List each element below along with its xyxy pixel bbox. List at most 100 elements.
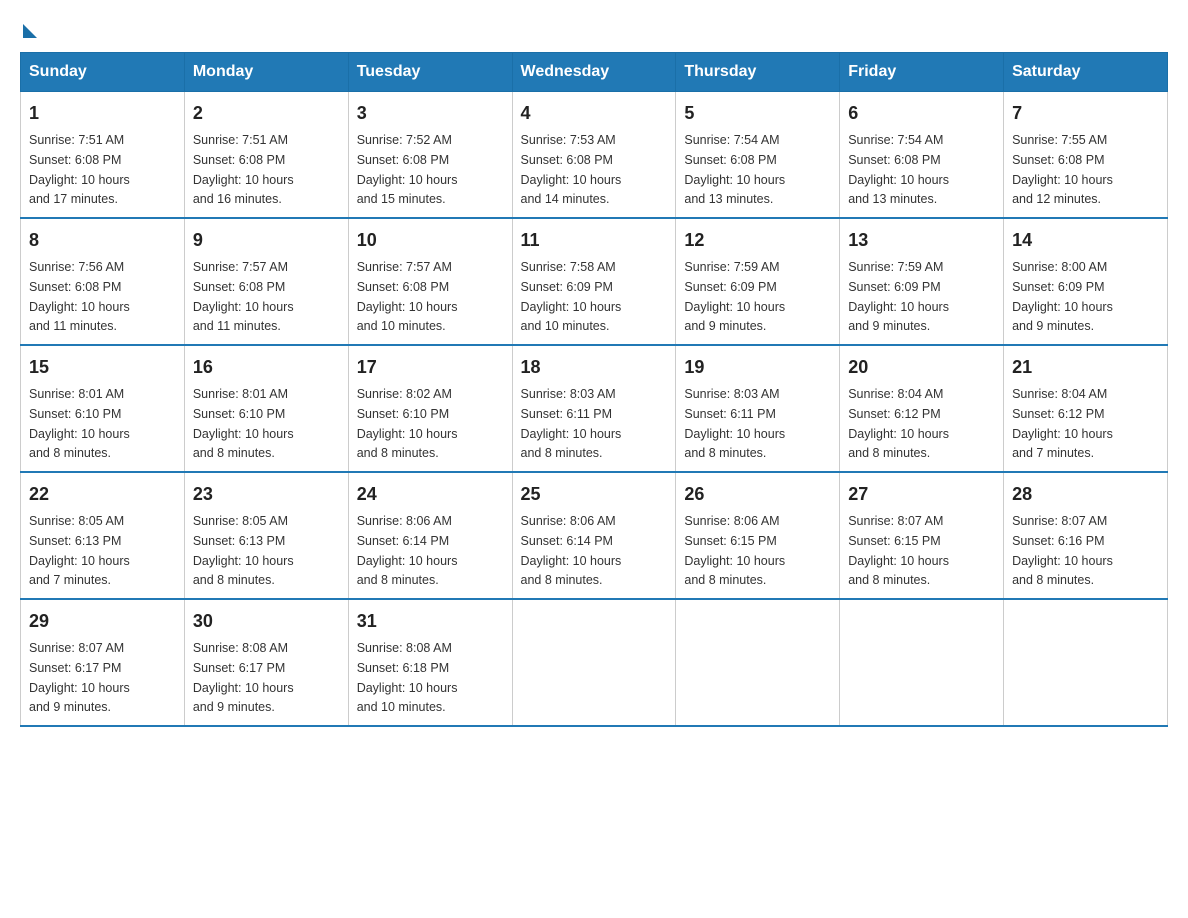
calendar-cell: 29 Sunrise: 8:07 AMSunset: 6:17 PMDayligh… bbox=[21, 599, 185, 726]
day-number: 12 bbox=[684, 227, 831, 254]
day-info: Sunrise: 8:08 AMSunset: 6:18 PMDaylight:… bbox=[357, 641, 458, 714]
day-info: Sunrise: 8:07 AMSunset: 6:17 PMDaylight:… bbox=[29, 641, 130, 714]
day-number: 28 bbox=[1012, 481, 1159, 508]
day-number: 2 bbox=[193, 100, 340, 127]
calendar-cell: 2 Sunrise: 7:51 AMSunset: 6:08 PMDaylight… bbox=[184, 92, 348, 219]
col-header-wednesday: Wednesday bbox=[512, 53, 676, 92]
day-info: Sunrise: 8:06 AMSunset: 6:14 PMDaylight:… bbox=[521, 514, 622, 587]
calendar-cell bbox=[840, 599, 1004, 726]
day-number: 10 bbox=[357, 227, 504, 254]
calendar-cell bbox=[1004, 599, 1168, 726]
day-number: 16 bbox=[193, 354, 340, 381]
calendar-cell: 28 Sunrise: 8:07 AMSunset: 6:16 PMDayligh… bbox=[1004, 472, 1168, 599]
day-number: 22 bbox=[29, 481, 176, 508]
calendar-cell: 7 Sunrise: 7:55 AMSunset: 6:08 PMDaylight… bbox=[1004, 92, 1168, 219]
day-number: 7 bbox=[1012, 100, 1159, 127]
calendar-cell: 25 Sunrise: 8:06 AMSunset: 6:14 PMDayligh… bbox=[512, 472, 676, 599]
calendar-cell: 21 Sunrise: 8:04 AMSunset: 6:12 PMDayligh… bbox=[1004, 345, 1168, 472]
day-info: Sunrise: 7:51 AMSunset: 6:08 PMDaylight:… bbox=[29, 133, 130, 206]
day-number: 23 bbox=[193, 481, 340, 508]
week-row-2: 8 Sunrise: 7:56 AMSunset: 6:08 PMDaylight… bbox=[21, 218, 1168, 345]
day-info: Sunrise: 8:03 AMSunset: 6:11 PMDaylight:… bbox=[521, 387, 622, 460]
day-number: 25 bbox=[521, 481, 668, 508]
calendar-cell: 12Sunrise: 7:59 AMSunset: 6:09 PMDayligh… bbox=[676, 218, 840, 345]
calendar-cell: 22 Sunrise: 8:05 AMSunset: 6:13 PMDayligh… bbox=[21, 472, 185, 599]
day-info: Sunrise: 8:05 AMSunset: 6:13 PMDaylight:… bbox=[29, 514, 130, 587]
calendar-cell: 5Sunrise: 7:54 AMSunset: 6:08 PMDaylight… bbox=[676, 92, 840, 219]
calendar-cell: 16 Sunrise: 8:01 AMSunset: 6:10 PMDayligh… bbox=[184, 345, 348, 472]
day-number: 4 bbox=[521, 100, 668, 127]
day-number: 6 bbox=[848, 100, 995, 127]
calendar-cell: 3 Sunrise: 7:52 AMSunset: 6:08 PMDaylight… bbox=[348, 92, 512, 219]
day-number: 31 bbox=[357, 608, 504, 635]
day-info: Sunrise: 8:06 AMSunset: 6:14 PMDaylight:… bbox=[357, 514, 458, 587]
day-number: 11 bbox=[521, 227, 668, 254]
calendar-cell: 23 Sunrise: 8:05 AMSunset: 6:13 PMDayligh… bbox=[184, 472, 348, 599]
day-info: Sunrise: 8:00 AMSunset: 6:09 PMDaylight:… bbox=[1012, 260, 1113, 333]
calendar-cell: 27Sunrise: 8:07 AMSunset: 6:15 PMDayligh… bbox=[840, 472, 1004, 599]
day-info: Sunrise: 7:59 AMSunset: 6:09 PMDaylight:… bbox=[848, 260, 949, 333]
day-info: Sunrise: 8:06 AMSunset: 6:15 PMDaylight:… bbox=[684, 514, 785, 587]
day-number: 29 bbox=[29, 608, 176, 635]
calendar-cell: 10Sunrise: 7:57 AMSunset: 6:08 PMDayligh… bbox=[348, 218, 512, 345]
day-number: 21 bbox=[1012, 354, 1159, 381]
day-info: Sunrise: 8:03 AMSunset: 6:11 PMDaylight:… bbox=[684, 387, 785, 460]
calendar-cell: 9 Sunrise: 7:57 AMSunset: 6:08 PMDaylight… bbox=[184, 218, 348, 345]
day-info: Sunrise: 8:05 AMSunset: 6:13 PMDaylight:… bbox=[193, 514, 294, 587]
day-info: Sunrise: 7:56 AMSunset: 6:08 PMDaylight:… bbox=[29, 260, 130, 333]
day-info: Sunrise: 7:51 AMSunset: 6:08 PMDaylight:… bbox=[193, 133, 294, 206]
calendar-cell: 20 Sunrise: 8:04 AMSunset: 6:12 PMDayligh… bbox=[840, 345, 1004, 472]
col-header-saturday: Saturday bbox=[1004, 53, 1168, 92]
logo bbox=[20, 20, 37, 34]
day-number: 18 bbox=[521, 354, 668, 381]
day-info: Sunrise: 7:54 AMSunset: 6:08 PMDaylight:… bbox=[684, 133, 785, 206]
day-info: Sunrise: 8:08 AMSunset: 6:17 PMDaylight:… bbox=[193, 641, 294, 714]
calendar-table: SundayMondayTuesdayWednesdayThursdayFrid… bbox=[20, 52, 1168, 727]
col-header-thursday: Thursday bbox=[676, 53, 840, 92]
calendar-cell: 15 Sunrise: 8:01 AMSunset: 6:10 PMDayligh… bbox=[21, 345, 185, 472]
day-number: 26 bbox=[684, 481, 831, 508]
day-number: 9 bbox=[193, 227, 340, 254]
col-header-monday: Monday bbox=[184, 53, 348, 92]
calendar-cell: 6 Sunrise: 7:54 AMSunset: 6:08 PMDaylight… bbox=[840, 92, 1004, 219]
day-number: 14 bbox=[1012, 227, 1159, 254]
day-number: 19 bbox=[684, 354, 831, 381]
day-number: 3 bbox=[357, 100, 504, 127]
calendar-cell: 8 Sunrise: 7:56 AMSunset: 6:08 PMDaylight… bbox=[21, 218, 185, 345]
col-header-tuesday: Tuesday bbox=[348, 53, 512, 92]
day-number: 17 bbox=[357, 354, 504, 381]
calendar-cell: 19 Sunrise: 8:03 AMSunset: 6:11 PMDayligh… bbox=[676, 345, 840, 472]
calendar-cell: 30 Sunrise: 8:08 AMSunset: 6:17 PMDayligh… bbox=[184, 599, 348, 726]
day-number: 27 bbox=[848, 481, 995, 508]
day-number: 8 bbox=[29, 227, 176, 254]
day-info: Sunrise: 8:04 AMSunset: 6:12 PMDaylight:… bbox=[1012, 387, 1113, 460]
day-info: Sunrise: 8:02 AMSunset: 6:10 PMDaylight:… bbox=[357, 387, 458, 460]
day-info: Sunrise: 8:01 AMSunset: 6:10 PMDaylight:… bbox=[29, 387, 130, 460]
day-number: 13 bbox=[848, 227, 995, 254]
day-info: Sunrise: 8:04 AMSunset: 6:12 PMDaylight:… bbox=[848, 387, 949, 460]
calendar-cell: 13 Sunrise: 7:59 AMSunset: 6:09 PMDayligh… bbox=[840, 218, 1004, 345]
day-info: Sunrise: 7:55 AMSunset: 6:08 PMDaylight:… bbox=[1012, 133, 1113, 206]
day-info: Sunrise: 7:54 AMSunset: 6:08 PMDaylight:… bbox=[848, 133, 949, 206]
col-header-friday: Friday bbox=[840, 53, 1004, 92]
day-info: Sunrise: 8:01 AMSunset: 6:10 PMDaylight:… bbox=[193, 387, 294, 460]
calendar-cell bbox=[676, 599, 840, 726]
col-header-sunday: Sunday bbox=[21, 53, 185, 92]
day-info: Sunrise: 7:57 AMSunset: 6:08 PMDaylight:… bbox=[193, 260, 294, 333]
day-number: 20 bbox=[848, 354, 995, 381]
calendar-cell: 26 Sunrise: 8:06 AMSunset: 6:15 PMDayligh… bbox=[676, 472, 840, 599]
week-row-3: 15 Sunrise: 8:01 AMSunset: 6:10 PMDayligh… bbox=[21, 345, 1168, 472]
page-header bbox=[20, 20, 1168, 34]
calendar-cell: 18 Sunrise: 8:03 AMSunset: 6:11 PMDayligh… bbox=[512, 345, 676, 472]
calendar-cell: 14 Sunrise: 8:00 AMSunset: 6:09 PMDayligh… bbox=[1004, 218, 1168, 345]
day-number: 1 bbox=[29, 100, 176, 127]
calendar-cell: 17 Sunrise: 8:02 AMSunset: 6:10 PMDayligh… bbox=[348, 345, 512, 472]
calendar-cell: 1 Sunrise: 7:51 AMSunset: 6:08 PMDaylight… bbox=[21, 92, 185, 219]
week-row-4: 22 Sunrise: 8:05 AMSunset: 6:13 PMDayligh… bbox=[21, 472, 1168, 599]
week-row-5: 29 Sunrise: 8:07 AMSunset: 6:17 PMDayligh… bbox=[21, 599, 1168, 726]
day-number: 15 bbox=[29, 354, 176, 381]
day-info: Sunrise: 8:07 AMSunset: 6:16 PMDaylight:… bbox=[1012, 514, 1113, 587]
calendar-cell: 24Sunrise: 8:06 AMSunset: 6:14 PMDayligh… bbox=[348, 472, 512, 599]
day-info: Sunrise: 7:52 AMSunset: 6:08 PMDaylight:… bbox=[357, 133, 458, 206]
day-number: 30 bbox=[193, 608, 340, 635]
